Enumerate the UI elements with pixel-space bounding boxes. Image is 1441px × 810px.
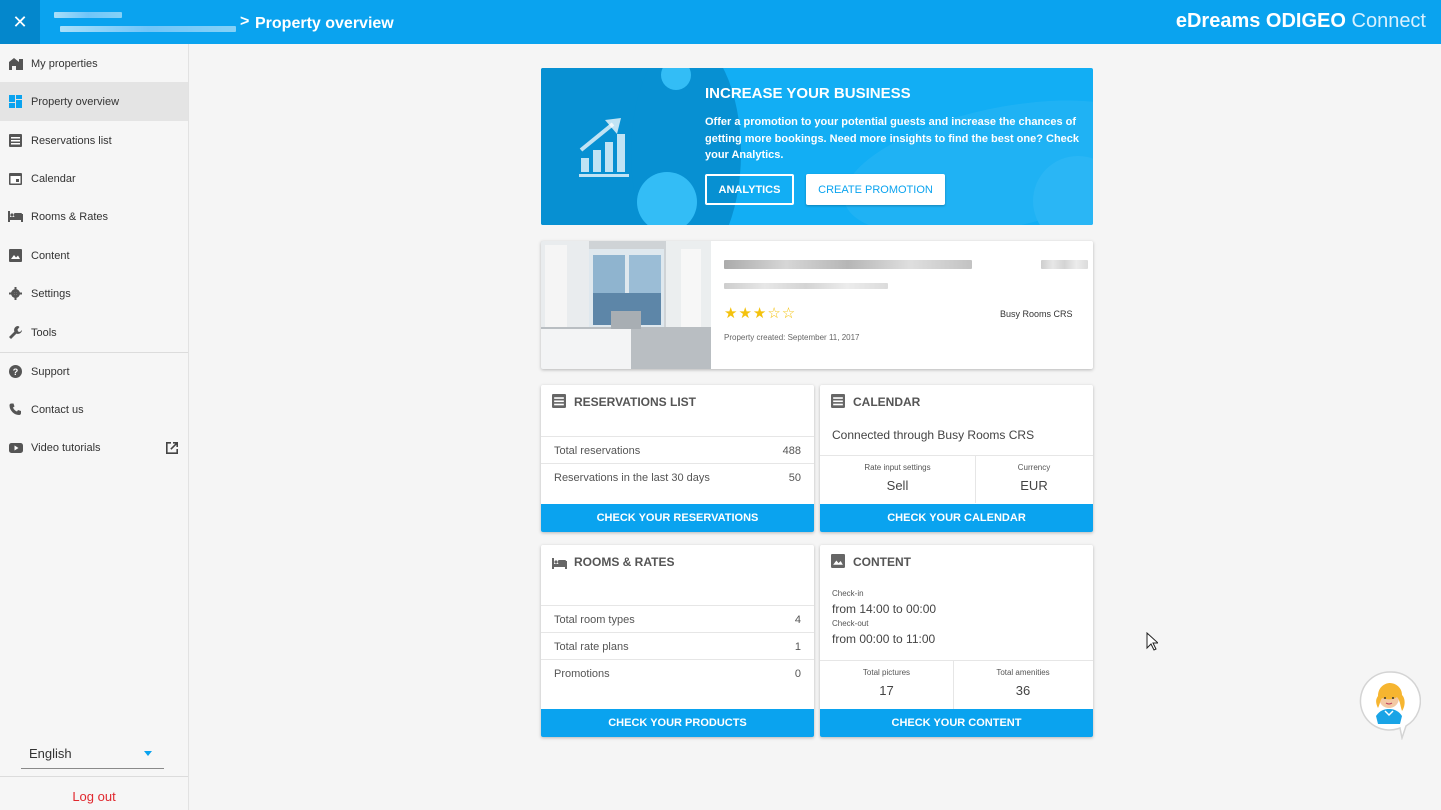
content-card: CONTENT Check-in from 14:00 to 00:00 Che… <box>820 545 1093 737</box>
check-reservations-button[interactable]: CHECK YOUR RESERVATIONS <box>541 504 814 532</box>
property-address-blurred <box>724 283 888 289</box>
close-icon: ✕ <box>12 11 28 32</box>
promo-title: INCREASE YOUR BUSINESS <box>705 85 911 102</box>
sidebar-item-label: Tools <box>31 326 57 339</box>
help-icon: ? <box>8 364 23 379</box>
sidebar-item-rooms-rates[interactable]: Rooms & Rates <box>0 197 188 236</box>
check-calendar-button[interactable]: CHECK YOUR CALENDAR <box>820 504 1093 532</box>
sidebar-item-label: Video tutorials <box>31 441 101 454</box>
property-id-blurred <box>1041 260 1088 269</box>
sidebar-item-label: My properties <box>31 57 98 70</box>
top-bar: ✕ > Property overview eDreams ODIGEO Con… <box>0 0 1441 44</box>
svg-text:?: ? <box>13 367 19 377</box>
mouse-cursor-icon <box>1146 632 1158 651</box>
phone-icon <box>8 402 23 417</box>
sidebar: My properties Property overview Reservat… <box>0 44 189 810</box>
checkin-label: Check-in <box>832 589 864 598</box>
image-icon <box>831 554 845 568</box>
property-name-blurred <box>724 260 972 269</box>
check-products-button[interactable]: CHECK YOUR PRODUCTS <box>541 709 814 737</box>
property-card: ★★★☆☆ Busy Rooms CRS Property created: S… <box>541 241 1093 369</box>
sidebar-item-content[interactable]: Content <box>0 236 188 275</box>
sidebar-item-calendar[interactable]: Calendar <box>0 159 188 198</box>
table-row: Total reservations 488 <box>541 436 814 463</box>
chevron-down-icon <box>144 751 152 756</box>
sidebar-item-label: Contact us <box>31 403 84 416</box>
growth-chart-icon <box>579 118 629 177</box>
image-icon <box>8 248 23 263</box>
checkout-label: Check-out <box>832 619 869 628</box>
sidebar-item-my-properties[interactable]: My properties <box>0 44 188 83</box>
sidebar-item-contact-us[interactable]: Contact us <box>0 390 188 429</box>
gear-icon <box>8 286 23 301</box>
list-icon <box>552 394 566 408</box>
sidebar-item-label: Rooms & Rates <box>31 210 109 223</box>
property-photo <box>541 241 711 369</box>
logout-area: Log out <box>0 776 188 810</box>
total-pictures-value: 17 <box>879 683 894 698</box>
total-amenities-value: 36 <box>1015 683 1031 698</box>
rooms-rates-card: ROOMS & RATES Total room types 4 Total ra… <box>541 545 814 737</box>
table-row: Total room types 4 <box>541 605 814 632</box>
close-menu-button[interactable]: ✕ <box>0 0 40 44</box>
table-row: Reservations in the last 30 days 50 <box>541 463 814 490</box>
brand-logo: eDreams ODIGEO Connect <box>1175 10 1426 32</box>
bed-icon <box>8 209 23 224</box>
building-icon <box>8 56 23 71</box>
checkin-value: from 14:00 to 00:00 <box>832 602 937 616</box>
language-value: English <box>29 746 72 761</box>
breadcrumb-separator: > <box>240 13 250 30</box>
rate-input-label: Rate input settings <box>864 463 931 472</box>
checkout-value: from 00:00 to 11:00 <box>832 632 936 646</box>
sidebar-item-property-overview[interactable]: Property overview <box>0 82 188 121</box>
currency-value: EUR <box>1020 478 1048 493</box>
card-title: RESERVATIONS LIST <box>574 395 697 409</box>
bed-icon <box>552 556 567 570</box>
card-title: ROOMS & RATES <box>574 555 675 569</box>
total-amenities-label: Total amenities <box>996 668 1050 677</box>
calendar-card: CALENDAR Connected through Busy Rooms CR… <box>820 385 1093 532</box>
dashboard-icon <box>8 94 23 109</box>
card-title: CALENDAR <box>853 395 921 409</box>
list-icon <box>831 394 845 408</box>
sidebar-item-label: Content <box>31 249 70 262</box>
calendar-icon <box>8 171 23 186</box>
breadcrumb-blurred-2[interactable] <box>60 26 236 32</box>
list-icon <box>8 133 23 148</box>
check-content-button[interactable]: CHECK YOUR CONTENT <box>820 709 1093 737</box>
sidebar-item-label: Property overview <box>31 95 120 108</box>
wrench-icon <box>8 325 23 340</box>
sidebar-item-reservations-list[interactable]: Reservations list <box>0 121 188 160</box>
sidebar-item-label: Calendar <box>31 172 76 185</box>
connected-text: Connected through Busy Rooms CRS <box>832 428 1035 442</box>
support-chat-button[interactable] <box>1359 670 1422 741</box>
card-title: CONTENT <box>853 555 911 569</box>
sidebar-item-support[interactable]: ? Support <box>0 352 188 391</box>
property-created-date: Property created: September 11, 2017 <box>724 333 860 342</box>
create-promotion-button[interactable]: CREATE PROMOTION <box>806 174 945 205</box>
sidebar-item-settings[interactable]: Settings <box>0 274 188 313</box>
sidebar-item-label: Settings <box>31 287 71 300</box>
table-row: Total rate plans 1 <box>541 632 814 659</box>
youtube-icon <box>8 440 23 455</box>
crs-name: Busy Rooms CRS <box>1000 309 1073 319</box>
rate-input-value: Sell <box>886 478 909 493</box>
breadcrumb-blurred[interactable] <box>54 12 122 18</box>
sidebar-item-label: Support <box>31 365 70 378</box>
table-row: Promotions 0 <box>541 659 814 686</box>
sidebar-item-video-tutorials[interactable]: Video tutorials <box>0 428 188 467</box>
language-select[interactable]: English <box>21 742 164 769</box>
promo-banner: INCREASE YOUR BUSINESS Offer a promotion… <box>541 68 1093 225</box>
external-link-icon[interactable] <box>164 440 180 456</box>
sidebar-item-label: Reservations list <box>31 134 112 147</box>
logout-link[interactable]: Log out <box>0 789 188 804</box>
total-pictures-label: Total pictures <box>862 668 911 677</box>
reservations-card: RESERVATIONS LIST Total reservations 488 … <box>541 385 814 532</box>
analytics-button[interactable]: ANALYTICS <box>705 174 794 205</box>
star-rating: ★★★☆☆ <box>724 305 797 322</box>
page-title: Property overview <box>255 15 394 32</box>
sidebar-item-tools[interactable]: Tools <box>0 313 188 352</box>
currency-label: Currency <box>1017 463 1051 472</box>
promo-text: Offer a promotion to your potential gues… <box>705 116 1080 161</box>
